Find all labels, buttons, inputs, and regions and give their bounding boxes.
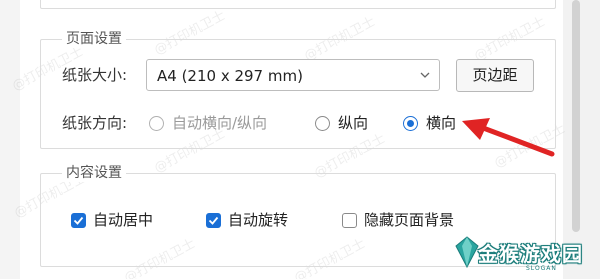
page-setup-legend: 页面设置 — [62, 30, 126, 48]
print-settings-panel: @打印机卫士 @打印机卫士 @打印机卫士 @打印机卫士 @打印机卫士 @打印机卫… — [0, 0, 600, 279]
site-logo: 金猴游戏园 SLOGAN — [448, 234, 598, 274]
orientation-portrait-label: 纵向 — [338, 114, 369, 132]
logo-text: 金猴游戏园 — [478, 242, 583, 266]
hide-background-label: 隐藏页面背景 — [364, 211, 455, 229]
content-setup-legend: 内容设置 — [62, 164, 126, 182]
logo-slogan: SLOGAN — [526, 265, 557, 272]
orientation-label: 纸张方向: — [62, 114, 128, 132]
hide-background-checkbox[interactable] — [342, 213, 357, 228]
auto-rotate-checkbox[interactable] — [206, 213, 221, 228]
gem-icon — [455, 236, 479, 268]
check-icon — [73, 216, 84, 225]
paper-size-select[interactable]: A4 (210 x 297 mm) — [146, 59, 440, 91]
orientation-landscape-radio[interactable] — [403, 116, 418, 131]
auto-rotate-label: 自动旋转 — [228, 211, 289, 229]
orientation-auto-radio[interactable] — [149, 116, 164, 131]
paper-size-value: A4 (210 x 297 mm) — [157, 67, 303, 85]
margins-button[interactable]: 页边距 — [456, 59, 534, 92]
paper-size-label: 纸张大小: — [62, 66, 128, 84]
previous-section-box — [40, 0, 556, 9]
orientation-portrait-radio[interactable] — [315, 116, 330, 131]
auto-center-label: 自动居中 — [93, 211, 154, 229]
vertical-scrollbar[interactable] — [572, 0, 580, 232]
orientation-auto-label: 自动横向/纵向 — [172, 114, 268, 132]
check-icon — [208, 216, 219, 225]
left-margin-band — [0, 0, 20, 279]
chevron-down-icon — [420, 72, 430, 78]
auto-center-checkbox[interactable] — [71, 213, 86, 228]
annotation-arrow-icon — [462, 118, 555, 157]
